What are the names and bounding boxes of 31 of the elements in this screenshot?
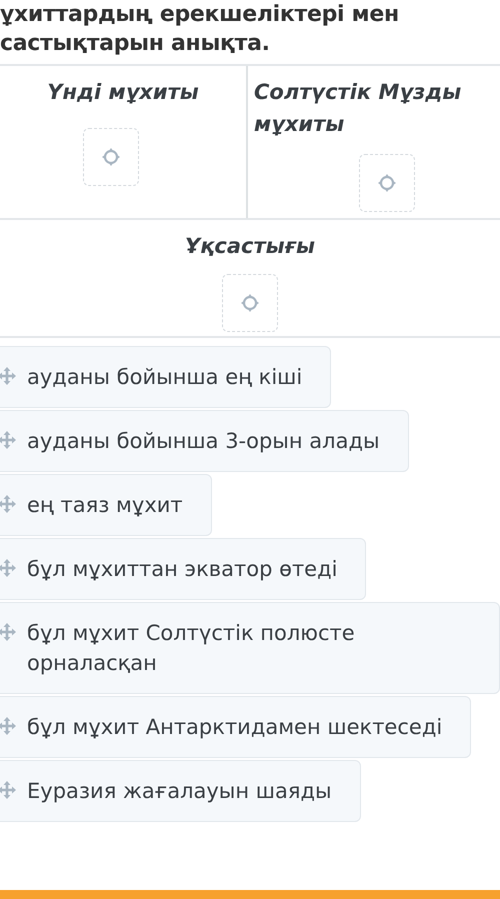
drop-zone[interactable] [222, 274, 278, 332]
draggable-option[interactable]: ауданы бойынша ең кіші [0, 346, 332, 408]
draggable-option[interactable]: Еуразия жағалауын шаяды [0, 760, 361, 822]
drop-zone[interactable] [359, 154, 415, 212]
draggable-option[interactable]: бұл мұхит Солтүстік полюсте орналасқан [0, 602, 500, 694]
column-heading: Үнді мұхиты [47, 79, 199, 106]
drop-target-icon [240, 293, 260, 313]
drop-target-icon [377, 173, 397, 193]
option-text: бұл мұхиттан экватор өтеді [27, 556, 338, 583]
move-icon [0, 494, 17, 514]
move-icon [0, 558, 17, 578]
option-text: бұл мұхит Солтүстік полюсте орналасқан [27, 620, 356, 677]
option-text: ауданы бойынша 3-орын алады [27, 428, 380, 455]
column-heading: Солтүстік Мұзды мұхиты [254, 79, 462, 138]
move-icon [0, 780, 17, 800]
row-heading: Ұқсастығы [184, 233, 316, 260]
draggable-option[interactable]: ең таяз мұхит [0, 474, 212, 536]
option-text: ауданы бойынша ең кіші [27, 364, 302, 391]
question-text: ұхиттардың ерекшеліктері мен састықтарын анықта. [0, 1, 400, 58]
draggable-option[interactable]: бұл мұхиттан экватор өтеді [0, 538, 366, 600]
option-text: Еуразия жағалауын шаяды [27, 778, 332, 805]
option-text: бұл мұхит Антарктидамен шектеседі [27, 714, 442, 741]
drop-zone[interactable] [83, 128, 139, 186]
move-icon [0, 622, 17, 642]
move-icon [0, 716, 17, 736]
move-icon [0, 430, 17, 450]
draggable-option[interactable]: ауданы бойынша 3-орын алады [0, 410, 409, 472]
move-icon [0, 366, 17, 386]
draggable-option[interactable]: бұл мұхит Антарктидамен шектеседі [0, 696, 472, 758]
option-text: ең таяз мұхит [27, 492, 183, 519]
drop-target-icon [101, 147, 121, 167]
